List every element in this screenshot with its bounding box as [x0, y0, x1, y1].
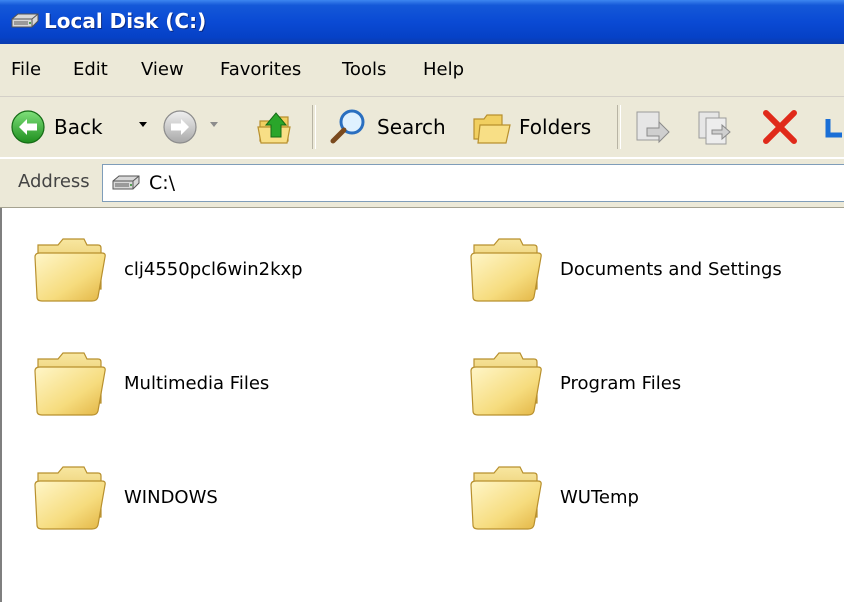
folder-icon [32, 349, 106, 417]
folder-icon [32, 463, 106, 531]
folder-icon [32, 235, 106, 303]
search-button[interactable]: Search [328, 97, 446, 157]
menu-help[interactable]: Help [423, 59, 464, 80]
menu-favorites[interactable]: Favorites [220, 59, 301, 80]
copy-to-icon [698, 111, 731, 145]
up-folder-button[interactable] [256, 97, 296, 157]
drive-icon [10, 13, 40, 29]
folder-item[interactable]: WUTemp [468, 463, 639, 531]
address-value: C:\ [149, 172, 176, 194]
move-to-icon [636, 111, 670, 144]
move-to-button[interactable] [633, 97, 671, 157]
folder-item[interactable]: clj4550pcl6win2kxp [32, 235, 303, 303]
toolbar-separator [617, 105, 621, 149]
folder-label: Multimedia Files [124, 372, 270, 394]
folder-label: WUTemp [560, 486, 639, 508]
toolbar-separator [312, 105, 316, 149]
folder-icon [468, 463, 542, 531]
drive-icon [111, 175, 141, 191]
folder-item[interactable]: Documents and Settings [468, 235, 782, 303]
toolbar: Back Search Folders [0, 97, 844, 157]
folders-icon [473, 114, 511, 144]
folder-icon [468, 235, 542, 303]
menu-edit[interactable]: Edit [73, 59, 108, 80]
menu-tools[interactable]: Tools [342, 59, 386, 80]
back-dropdown-arrow-icon[interactable] [139, 122, 147, 127]
address-bar: Address C:\ [0, 158, 844, 209]
folder-icon [468, 349, 542, 417]
folder-item[interactable]: WINDOWS [32, 463, 218, 531]
folder-label: WINDOWS [124, 486, 218, 508]
back-label: Back [54, 115, 103, 139]
search-icon [330, 109, 365, 144]
folder-view: clj4550pcl6win2kxp Documents and Setting… [0, 208, 844, 602]
search-label: Search [377, 115, 446, 139]
forward-dropdown-arrow-icon[interactable] [210, 122, 218, 127]
window-title: Local Disk (C:) [44, 9, 207, 33]
forward-button[interactable] [162, 97, 198, 157]
up-folder-icon [257, 112, 291, 144]
folder-label: Documents and Settings [560, 258, 782, 280]
undo-button[interactable] [824, 97, 844, 157]
delete-button[interactable] [760, 97, 800, 157]
folder-item[interactable]: Multimedia Files [32, 349, 269, 417]
menu-view[interactable]: View [141, 59, 184, 80]
menu-file[interactable]: File [11, 59, 41, 80]
menu-bar: File Edit View Favorites Tools Help [0, 44, 844, 97]
folders-button[interactable]: Folders [470, 97, 591, 157]
copy-to-button[interactable] [696, 97, 734, 157]
folder-item[interactable]: Program Files [468, 349, 681, 417]
title-bar[interactable]: Local Disk (C:) [0, 0, 844, 44]
address-input[interactable]: C:\ [102, 164, 844, 202]
back-arrow-icon [11, 110, 45, 144]
undo-icon [825, 119, 842, 138]
folder-label: Program Files [560, 372, 682, 394]
forward-arrow-icon [163, 110, 197, 144]
back-button[interactable]: Back [10, 97, 103, 157]
folders-label: Folders [519, 115, 592, 139]
address-label: Address [18, 171, 90, 192]
folder-label: clj4550pcl6win2kxp [124, 258, 303, 280]
delete-icon [763, 110, 797, 144]
